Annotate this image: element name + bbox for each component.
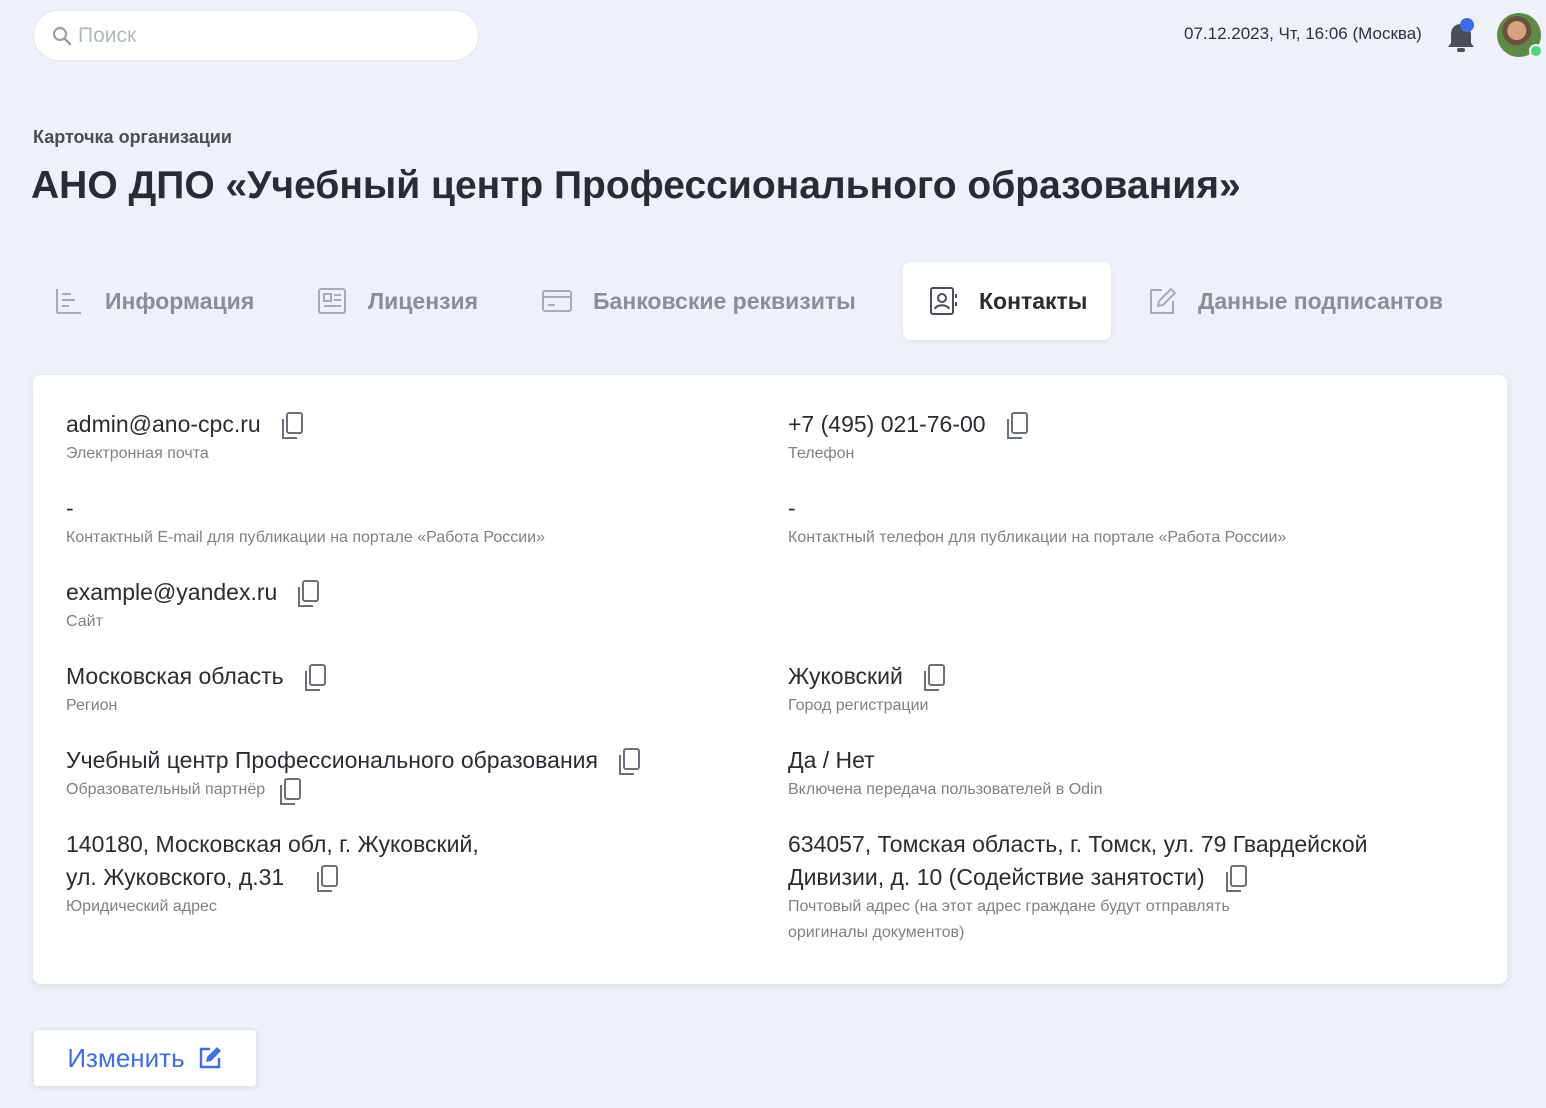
copy-legal-address-button[interactable] <box>314 864 340 894</box>
email-field: admin@ano-cpc.ru Электронная почта <box>66 408 305 467</box>
publication-email-label: Контактный E-mail для публикации на порт… <box>66 529 545 546</box>
tab-bar: Информация Лицензия Банковские реквизиты <box>33 262 1513 340</box>
copy-icon <box>317 864 339 892</box>
tab-label: Контакты <box>979 287 1088 314</box>
region-field: Московская область Регион <box>66 660 328 719</box>
tab-label: Данные подписантов <box>1198 287 1443 314</box>
phone-label: Телефон <box>788 445 855 462</box>
site-value: example@yandex.ru <box>66 579 278 605</box>
odin-field: Да / Нет Включена передача пользователей… <box>788 744 1103 803</box>
edit-button-label: Изменить <box>67 1042 185 1073</box>
copy-postal-address-button[interactable] <box>1223 864 1249 894</box>
current-datetime: 07.12.2023, Чт, 16:06 (Москва) <box>1184 24 1422 43</box>
copy-partner-button[interactable] <box>616 747 642 777</box>
online-status-indicator <box>1529 44 1543 58</box>
copy-partner-label-button[interactable] <box>277 777 303 805</box>
publication-phone-value: - <box>788 495 796 521</box>
publication-email-field: - Контактный E-mail для публикации на по… <box>66 492 545 551</box>
region-label: Регион <box>66 697 118 714</box>
tab-information[interactable]: Информация <box>53 262 254 340</box>
tab-label: Информация <box>105 287 255 314</box>
copy-icon <box>618 747 640 775</box>
legal-address-label: Юридический адрес <box>66 898 217 915</box>
search-icon <box>52 26 72 45</box>
city-field: Жуковский Город регистрации <box>788 660 947 719</box>
top-bar: 07.12.2023, Чт, 16:06 (Москва) <box>0 0 1546 72</box>
search-input[interactable] <box>78 23 458 48</box>
city-label: Город регистрации <box>788 697 929 714</box>
edit-icon <box>1150 287 1177 314</box>
copy-icon <box>280 778 302 805</box>
legal-address-line1: 140180, Московская обл, г. Жуковский, <box>66 831 479 857</box>
postal-address-label-line1: Почтовый адрес (на этот адрес граждане б… <box>788 898 1230 915</box>
card-icon <box>542 290 572 312</box>
partner-field: Учебный центр Профессионального образова… <box>66 744 642 805</box>
tab-signers[interactable]: Данные подписантов <box>1146 262 1443 340</box>
copy-icon <box>298 579 320 607</box>
breadcrumb: Карточка организации <box>33 127 232 147</box>
contact-icon <box>930 287 957 315</box>
copy-icon <box>1006 411 1028 439</box>
postal-address-line1: 634057, Томская область, г. Томск, ул. 7… <box>788 831 1368 857</box>
legal-address-line2: ул. Жуковского, д.31 <box>66 864 285 890</box>
edit-button[interactable]: Изменить <box>33 1029 257 1087</box>
document-icon <box>318 288 346 314</box>
copy-icon <box>1225 864 1247 892</box>
legal-address-field: 140180, Московская обл, г. Жуковский, ул… <box>66 828 479 920</box>
postal-address-line2: Дивизии, д. 10 (Содействие занятости) <box>788 864 1205 890</box>
region-value: Московская область <box>66 663 284 689</box>
tab-license[interactable]: Лицензия <box>316 262 478 340</box>
postal-address-field: 634057, Томская область, г. Томск, ул. 7… <box>788 828 1367 946</box>
copy-email-button[interactable] <box>279 411 305 441</box>
edit-icon <box>199 1047 221 1069</box>
notifications-button[interactable] <box>1444 16 1478 56</box>
copy-phone-button[interactable] <box>1004 411 1030 441</box>
email-value: admin@ano-cpc.ru <box>66 411 261 437</box>
phone-value: +7 (495) 021-76-00 <box>788 411 986 437</box>
copy-icon <box>281 411 303 439</box>
publication-phone-label: Контактный телефон для публикации на пор… <box>788 529 1287 546</box>
list-icon <box>56 289 81 314</box>
email-label: Электронная почта <box>66 445 209 462</box>
phone-field: +7 (495) 021-76-00 Телефон <box>788 408 1030 467</box>
tab-bank-details[interactable]: Банковские реквизиты <box>541 262 856 340</box>
city-value: Жуковский <box>788 663 903 689</box>
copy-icon <box>304 663 326 691</box>
tab-label: Лицензия <box>368 287 479 314</box>
copy-region-button[interactable] <box>302 663 328 693</box>
search-box[interactable] <box>33 10 479 61</box>
odin-value: Да / Нет <box>788 747 875 773</box>
copy-site-button[interactable] <box>295 579 321 609</box>
copy-city-button[interactable] <box>921 663 947 693</box>
partner-value: Учебный центр Профессионального образова… <box>66 747 598 773</box>
site-label: Сайт <box>66 613 103 630</box>
tab-label: Банковские реквизиты <box>593 287 856 314</box>
odin-label: Включена передача пользователей в Odin <box>788 781 1103 798</box>
postal-address-label-line2: оригиналы документов) <box>788 924 965 941</box>
publication-phone-field: - Контактный телефон для публикации на п… <box>788 492 1286 551</box>
notification-badge <box>1460 18 1474 32</box>
partner-label: Образовательный партнёр <box>66 781 266 799</box>
user-avatar[interactable] <box>1497 13 1543 58</box>
page-title: АНО ДПО «Учебный центр Профессионального… <box>31 164 1241 207</box>
copy-icon <box>923 663 945 691</box>
site-field: example@yandex.ru Сайт <box>66 576 321 635</box>
tab-contacts[interactable]: Контакты <box>903 262 1112 340</box>
publication-email-value: - <box>66 495 74 521</box>
contacts-card: admin@ano-cpc.ru Электронная почта +7 (4… <box>33 375 1507 984</box>
